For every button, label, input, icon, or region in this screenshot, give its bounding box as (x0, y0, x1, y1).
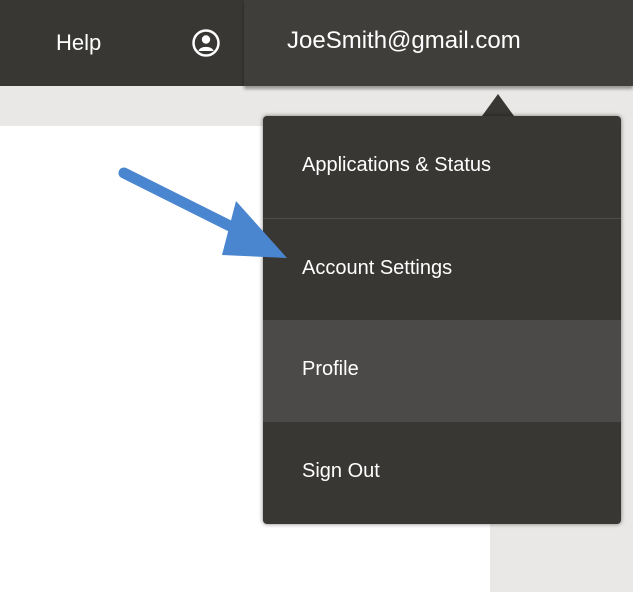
menu-item-label: Applications & Status (302, 154, 491, 176)
top-navigation-bar: Help JoeSmith@gmail.com (0, 0, 633, 86)
account-menu-toggle[interactable]: JoeSmith@gmail.com (244, 0, 633, 86)
menu-item-label: Sign Out (302, 460, 380, 482)
user-circle-icon[interactable] (192, 29, 220, 57)
dropdown-caret (482, 94, 514, 116)
menu-item-label: Profile (302, 358, 359, 380)
menu-item-account-settings[interactable]: Account Settings (263, 218, 621, 321)
menu-item-sign-out[interactable]: Sign Out (263, 422, 621, 524)
menu-item-profile[interactable]: Profile (263, 320, 621, 422)
menu-item-label: Account Settings (302, 257, 453, 279)
account-dropdown-menu: Applications & Status Account Settings P… (263, 116, 621, 524)
account-email: JoeSmith@gmail.com (287, 27, 521, 54)
menu-item-applications-status[interactable]: Applications & Status (263, 116, 621, 218)
help-link[interactable]: Help (56, 28, 101, 58)
